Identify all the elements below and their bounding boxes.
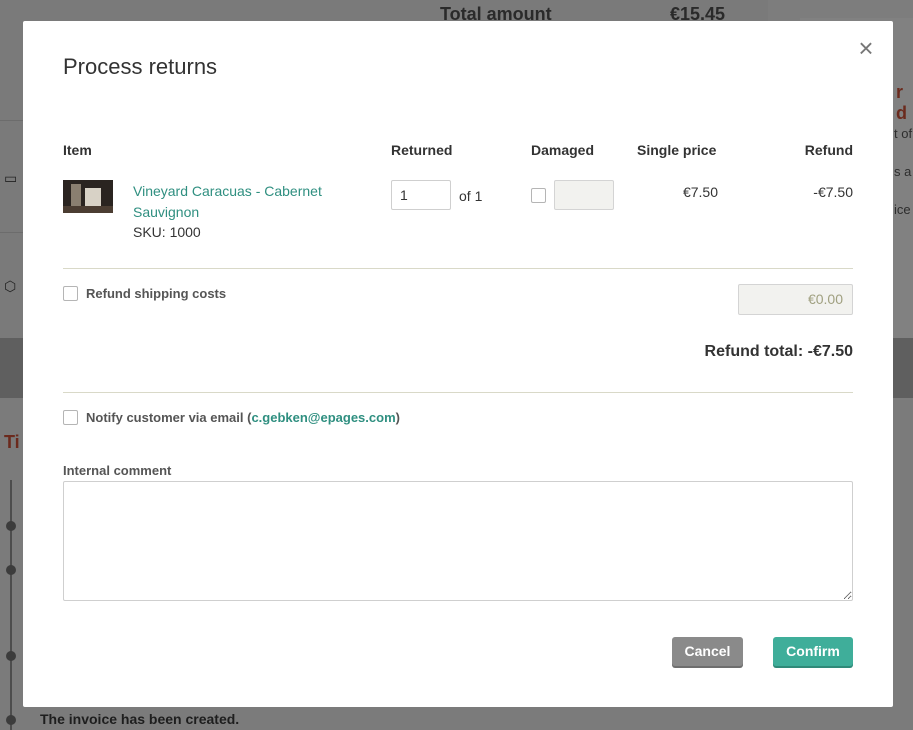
background-timeline-line [10,480,12,730]
column-header-single-price: Single price [637,142,717,158]
product-thumbnail [63,180,113,213]
returned-max-label: of 1 [459,188,483,204]
timeline-dot [6,565,16,575]
dialog-title: Process returns [63,54,218,79]
refund-shipping-label: Refund shipping costs [86,286,227,301]
background-right-heading: r d [896,82,907,123]
column-header-damaged: Damaged [531,142,595,158]
product-link[interactable]: Vineyard Caracuas - Cabernet Sauvignon [133,181,363,223]
notify-customer-checkbox[interactable] [63,410,78,425]
timeline-dot [6,521,16,531]
refund-shipping-checkbox[interactable] [63,286,78,301]
close-icon[interactable]: × [855,35,877,61]
internal-comment-label: Internal comment [63,463,172,478]
background-invoice-text: The invoice has been created. [40,711,240,727]
column-header-returned: Returned [391,142,453,158]
confirm-button[interactable]: Confirm [773,637,853,666]
timeline-dot [6,651,16,661]
background-right-text: s a [894,164,912,179]
column-header-item: Item [63,142,92,158]
damaged-checkbox[interactable] [531,188,546,203]
background-timeline-title: Ti [4,432,20,452]
product-sku: SKU: 1000 [133,224,201,240]
shipping-refund-input[interactable]: €0.00 [738,284,853,315]
refund-total: Refund total: -€7.50 [704,343,853,360]
package-icon: ⬡ [4,278,17,294]
process-returns-dialog: Process returns × Item Returned Damaged … [23,21,893,707]
single-price-value: €7.50 [682,184,718,200]
background-divider [0,120,24,121]
damaged-quantity-input[interactable] [554,180,614,210]
notify-customer-label: Notify customer via email (c.gebken@epag… [86,410,400,425]
returned-quantity-input[interactable] [391,180,451,210]
background-divider [0,232,24,233]
refund-value: -€7.50 [813,184,853,200]
timeline-dot [6,715,16,725]
internal-comment-textarea[interactable] [63,481,853,601]
divider [63,268,853,269]
customer-email: c.gebken@epages.com [251,410,396,425]
cancel-button[interactable]: Cancel [672,637,743,666]
background-right-text: t of [894,126,913,141]
credit-card-icon: ▭ [4,170,18,186]
divider [63,392,853,393]
column-header-refund: Refund [804,142,853,158]
background-right-text: ice [894,202,911,217]
